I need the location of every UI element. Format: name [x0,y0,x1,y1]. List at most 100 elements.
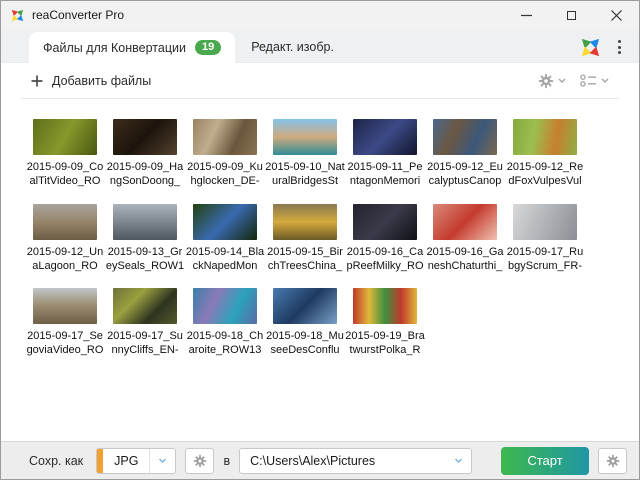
title-bar: reaConverter Pro [1,1,639,29]
tab-bar: Файлы для Конвертации 19 Редакт. изобр. [1,29,639,63]
close-icon [611,9,622,21]
chevron-down-icon [558,78,566,83]
file-name: 2015-09-09_Kuhglocken_DE- [187,161,263,188]
tab-label: Файлы для Конвертации [43,40,186,55]
file-name: 2015-09-16_GaneshChaturthi_ [426,245,504,272]
file-item[interactable]: 2015-09-19_BratwurstPolka_R [345,288,425,358]
file-thumbnail [113,203,177,240]
file-name: 2015-09-17_SunnyCliffs_EN- [107,330,183,357]
file-thumbnail [33,119,97,155]
file-thumbnail [113,119,177,155]
file-name: 2015-09-15_BirchTreesChina_ [267,245,343,272]
add-files-button[interactable]: Добавить файлы [31,74,151,88]
file-grid: 2015-09-09_CoalTitVideo_RO 2015-09-09_Ha… [1,99,639,441]
file-thumbnail [193,288,257,325]
file-name: 2015-09-18_Charoite_ROW13 [186,330,264,357]
file-item[interactable]: 2015-09-18_Charoite_ROW13 [185,288,265,358]
add-files-label: Добавить файлы [52,73,152,88]
file-item[interactable]: 2015-09-17_RubgyScrum_FR- [505,203,585,274]
file-item[interactable]: 2015-09-17_SunnyCliffs_EN- [105,288,185,358]
file-name: 2015-09-14_BlackNapedMon [185,245,265,272]
file-thumbnail [513,203,577,240]
file-name: 2015-09-10_NaturalBridgesSt [265,161,345,188]
file-item[interactable]: 2015-09-09_HangSonDoong_ [105,119,185,189]
maximize-button[interactable] [549,1,594,29]
gear-icon [606,454,619,467]
file-thumbnail [193,203,257,240]
file-name: 2015-09-16_CapReefMilky_RO [346,245,424,272]
file-name: 2015-09-17_SegoviaVideo_RO [26,330,104,357]
file-item[interactable]: 2015-09-14_BlackNapedMon [185,203,265,274]
output-format-value: JPG [114,453,139,468]
chevron-down-icon [601,78,609,83]
file-item[interactable]: 2015-09-09_Kuhglocken_DE- [185,119,265,189]
file-item[interactable]: 2015-09-12_UnaLagoon_RO [25,203,105,274]
toolbar-right-icons [538,73,609,89]
close-button[interactable] [594,1,639,29]
plus-icon [31,75,43,86]
file-thumbnail [273,288,337,325]
file-name: 2015-09-19_BratwurstPolka_R [345,330,425,357]
tab-bar-right [579,36,639,64]
file-thumbnail [33,203,97,240]
tab-edit-images[interactable]: Редакт. изобр. [235,31,350,62]
conversion-bar: Сохр. как JPG в C:\Users\Alex\Pictures С… [1,441,639,479]
file-thumbnail [353,288,417,325]
file-thumbnail [273,119,337,155]
file-item[interactable]: 2015-09-15_BirchTreesChina_ [265,203,345,274]
chevron-down-icon [159,457,167,463]
minimize-button[interactable] [504,1,549,29]
file-thumbnail [353,203,417,240]
file-name: 2015-09-13_GreySeals_ROW1 [105,245,185,272]
advanced-settings-button[interactable] [598,447,627,474]
file-item[interactable]: 2015-09-12_RedFoxVulpesVul [505,119,585,189]
file-thumbnail [273,203,337,240]
file-item[interactable]: 2015-09-16_CapReefMilky_RO [345,203,425,274]
start-button[interactable]: Старт [501,446,589,475]
file-item[interactable]: 2015-09-10_NaturalBridgesSt [265,119,345,189]
in-label: в [223,453,231,468]
gear-icon [538,73,554,88]
file-item[interactable]: 2015-09-11_PentagonMemori [345,119,425,189]
file-item[interactable]: 2015-09-17_SegoviaVideo_RO [25,288,105,358]
file-item[interactable]: 2015-09-16_GaneshChaturthi_ [425,203,505,274]
file-name: 2015-09-09_HangSonDoong_ [106,161,184,188]
thumbnail-list-icon [580,74,596,87]
format-settings-button[interactable] [185,447,215,474]
file-thumbnail [193,119,257,155]
file-thumbnail [113,288,177,325]
tab-label: Редакт. изобр. [251,39,334,54]
brand-pinwheel-icon [581,38,600,56]
file-name: 2015-09-17_RubgyScrum_FR- [506,245,584,272]
app-window: reaConverter Pro Файлы для Конвертации 1… [0,0,640,480]
file-item[interactable]: 2015-09-09_CoalTitVideo_RO [25,119,105,189]
file-name: 2015-09-11_PentagonMemori [347,161,423,188]
file-thumbnail [33,288,97,325]
file-count-badge: 19 [194,40,222,55]
file-thumbnail [353,119,417,155]
chevron-down-icon [454,457,463,463]
file-name: 2015-09-09_CoalTitVideo_RO [26,161,104,188]
file-item[interactable]: 2015-09-13_GreySeals_ROW1 [105,203,185,274]
gear-icon [193,454,207,467]
menu-kebab-button[interactable] [612,36,627,58]
view-mode-button[interactable] [580,74,609,87]
window-controls [504,1,639,29]
tab-files-for-conversion[interactable]: Файлы для Конвертации 19 [29,32,236,63]
file-item[interactable]: 2015-09-12_EucalyptusCanop [425,119,505,189]
file-name: 2015-09-12_EucalyptusCanop [427,161,503,188]
output-path-select[interactable]: C:\Users\Alex\Pictures [239,447,472,474]
kebab-dot [618,51,621,54]
kebab-dot [618,45,621,49]
save-as-label: Сохр. как [29,453,84,468]
output-format-select[interactable]: JPG [96,447,177,474]
file-thumbnail [433,119,497,155]
list-settings-button[interactable] [538,73,566,89]
window-title: reaConverter Pro [32,8,125,22]
file-thumbnail [433,203,497,240]
output-path-value: C:\Users\Alex\Pictures [250,453,376,468]
file-name: 2015-09-12_RedFoxVulpesVul [506,161,584,188]
file-thumbnail [513,119,577,155]
file-item[interactable]: 2015-09-18_MuseeDesConflu [265,288,345,358]
toolbar: Добавить файлы [21,63,619,99]
